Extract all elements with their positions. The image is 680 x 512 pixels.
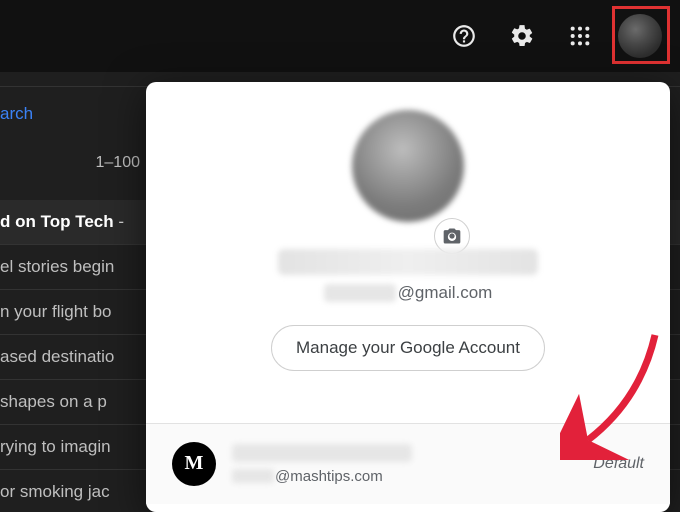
mail-row-text: shapes on a p xyxy=(0,392,107,411)
mail-row-text: or smoking jac xyxy=(0,482,110,501)
secondary-account-avatar: M xyxy=(172,442,216,486)
camera-icon xyxy=(442,226,462,246)
gear-icon[interactable] xyxy=(502,16,542,56)
account-popover-header: @gmail.com Manage your Google Account xyxy=(146,82,670,397)
secondary-account-row[interactable]: M @mashtips.com Default xyxy=(146,424,670,504)
help-icon[interactable] xyxy=(444,16,484,56)
profile-name-redacted xyxy=(278,249,538,275)
profile-avatar-large-wrap xyxy=(352,110,464,230)
profile-avatar-button[interactable] xyxy=(618,14,662,58)
account-popover: @gmail.com Manage your Google Account M … xyxy=(146,82,670,512)
secondary-account-name-redacted xyxy=(232,444,412,462)
avatar-letter: M xyxy=(185,452,204,475)
apps-grid-icon[interactable] xyxy=(560,16,600,56)
mail-row-text: d on Top Tech xyxy=(0,212,114,231)
mail-row-text: n your flight bo xyxy=(0,302,112,321)
manage-account-button[interactable]: Manage your Google Account xyxy=(271,325,545,371)
secondary-account-email: @mashtips.com xyxy=(232,468,577,485)
profile-avatar-large xyxy=(352,110,464,222)
mail-row-suffix: - xyxy=(114,212,124,231)
app-topbar xyxy=(0,0,680,72)
mail-row-text: rying to imagin xyxy=(0,437,111,456)
profile-email: @gmail.com xyxy=(166,283,650,303)
default-account-tag: Default xyxy=(593,455,644,473)
mail-row-text: el stories begin xyxy=(0,257,114,276)
profile-email-local-redacted xyxy=(324,284,396,302)
mail-row-text: ased destinatio xyxy=(0,347,114,366)
secondary-account-email-domain: @mashtips.com xyxy=(275,468,383,485)
secondary-account-text: @mashtips.com xyxy=(232,444,577,485)
profile-email-domain: @gmail.com xyxy=(398,283,493,303)
secondary-account-email-local-redacted xyxy=(232,469,274,483)
